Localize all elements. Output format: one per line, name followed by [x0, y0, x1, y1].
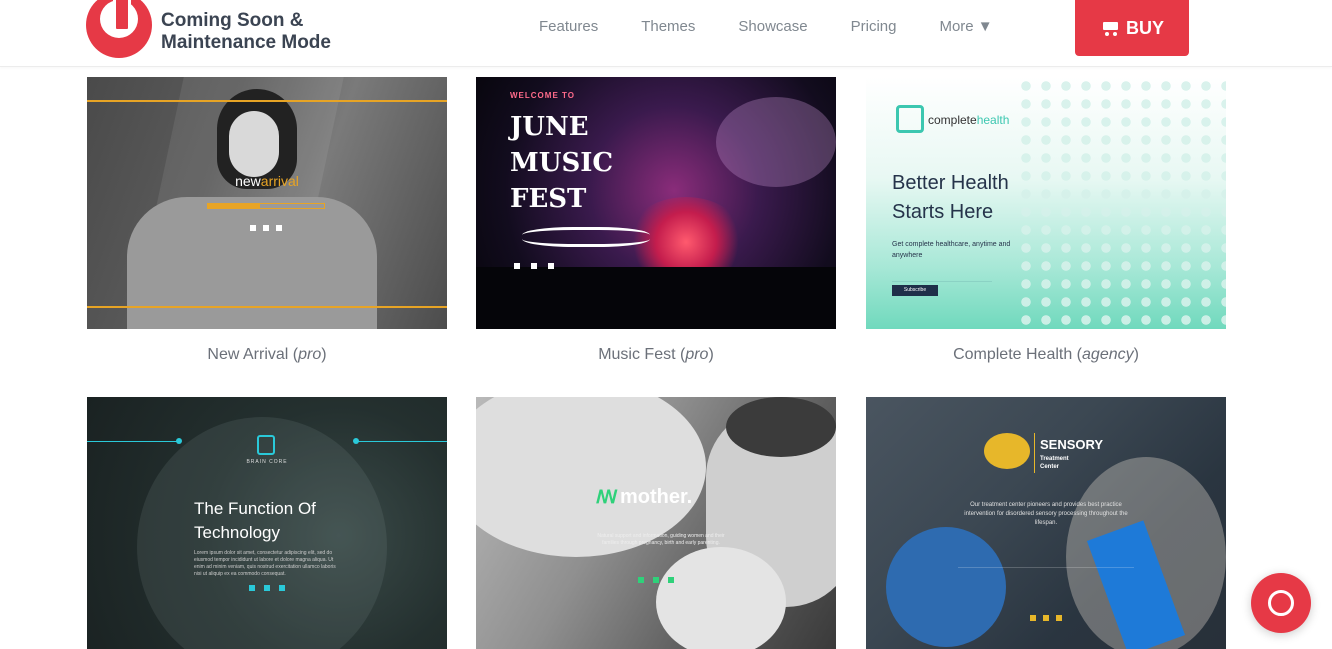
circuit-dot: [353, 438, 359, 444]
logo-icon: [86, 0, 152, 58]
circuit-line: [87, 441, 177, 442]
nav-pricing[interactable]: Pricing: [851, 18, 897, 35]
accent-line: [87, 100, 447, 102]
theme-card-mother[interactable]: ꟿ mother. Natural support and informatio…: [476, 397, 836, 649]
theme-caption: Music Fest (pro): [598, 346, 714, 363]
preview-text: Lorem ipsum dolor sit amet, consectetur …: [194, 550, 336, 577]
help-chat-icon: [1268, 590, 1294, 616]
instagram-icon: [668, 577, 674, 583]
buy-label: BUY: [1125, 17, 1164, 38]
email-field: [892, 270, 992, 282]
logo-line-2: Maintenance Mode: [161, 32, 331, 53]
progress-bar: [207, 203, 325, 209]
theme-name: New Arrival: [207, 346, 289, 363]
site-header: Coming Soon & Maintenance Mode Features …: [0, 0, 1332, 67]
theme-card-sensory[interactable]: SENSORY Treatment Center Our treatment c…: [866, 397, 1226, 649]
mother-logo-icon: ꟿ: [596, 487, 618, 507]
theme-preview: ꟿ mother. Natural support and informatio…: [476, 397, 836, 649]
twitter-icon: [263, 225, 269, 231]
facebook-icon: [514, 263, 520, 269]
theme-tier: pro: [685, 346, 709, 363]
preview-heading: Better Health Starts Here: [892, 172, 1009, 223]
preview-subtitle: Treatment Center: [1040, 456, 1069, 470]
accent-line: [87, 306, 447, 308]
brain-core-icon: [257, 435, 275, 455]
instagram-icon: [1056, 615, 1062, 621]
theme-preview: completehealth Better Health Starts Here…: [866, 77, 1226, 329]
circuit-line: [357, 441, 447, 442]
photo-hand: [656, 547, 786, 649]
subscribe-button: Subscribe: [892, 285, 938, 296]
theme-caption: Complete Health (agency): [953, 346, 1139, 363]
logo-divider: [1034, 433, 1035, 473]
theme-card-brain-core[interactable]: BRAIN CORE The Function Of Technology Lo…: [87, 397, 447, 649]
logo-line-1: Coming Soon &: [161, 10, 304, 31]
facebook-icon: [249, 585, 255, 591]
model-body: [127, 197, 377, 329]
chat-launcher-button[interactable]: [1251, 573, 1311, 633]
preview-brand: mother.: [620, 486, 693, 508]
preview-welcome: WELCOME TO: [510, 91, 575, 100]
theme-tier: pro: [298, 346, 322, 363]
health-cross-icon: [896, 105, 924, 133]
progress-fill: [208, 204, 261, 208]
buy-button[interactable]: BUY: [1075, 0, 1189, 56]
theme-card-complete-health[interactable]: completehealth Better Health Starts Here…: [866, 77, 1226, 364]
divider: [958, 567, 1134, 568]
twitter-icon: [264, 585, 270, 591]
twitter-icon: [1043, 615, 1049, 621]
site-logo[interactable]: Coming Soon & Maintenance Mode: [86, 0, 331, 58]
facebook-icon: [638, 577, 644, 583]
instagram-icon: [276, 225, 282, 231]
main-nav: Features Themes Showcase Pricing More ▼: [539, 18, 993, 35]
nav-features[interactable]: Features: [539, 18, 598, 35]
nav-showcase[interactable]: Showcase: [738, 18, 807, 35]
facebook-icon: [1030, 615, 1036, 621]
logo-text: Coming Soon & Maintenance Mode: [161, 10, 331, 54]
preview-brand: SENSORY: [1040, 437, 1104, 452]
preview-heading: The Function Of Technology: [194, 499, 316, 542]
smoke-glow: [716, 97, 836, 187]
photo-ball: [886, 527, 1006, 647]
instagram-icon: [548, 263, 554, 269]
twitter-icon: [531, 263, 537, 269]
preview-brand: newarrival: [235, 173, 299, 189]
theme-tier: agency: [1082, 346, 1134, 363]
theme-preview: BRAIN CORE The Function Of Technology Lo…: [87, 397, 447, 649]
preview-text: Natural support and information, guiding…: [597, 533, 725, 546]
theme-preview: newarrival: [87, 77, 447, 329]
preview-brand: completehealth: [928, 113, 1010, 127]
nav-themes[interactable]: Themes: [641, 18, 695, 35]
crowd-silhouette: [476, 267, 836, 329]
theme-name: Music Fest: [598, 346, 676, 363]
preview-text: Our treatment center pioneers and provid…: [964, 502, 1128, 526]
theme-card-new-arrival[interactable]: newarrival New Arrival (pro): [87, 77, 447, 364]
hexagon-pattern: [1016, 77, 1226, 329]
theme-card-music-fest[interactable]: WELCOME TO JUNE MUSIC FEST Music Fest (p…: [461, 66, 851, 381]
model-face: [229, 111, 279, 177]
theme-preview: WELCOME TO JUNE MUSIC FEST: [476, 77, 836, 329]
nav-more[interactable]: More ▼: [939, 18, 992, 35]
facebook-icon: [250, 225, 256, 231]
theme-preview: SENSORY Treatment Center Our treatment c…: [866, 397, 1226, 649]
theme-caption: New Arrival (pro): [207, 346, 327, 363]
brain-logo-icon: [984, 433, 1030, 469]
wave-decoration: [522, 227, 650, 247]
preview-title: JUNE MUSIC FEST: [510, 112, 614, 214]
instagram-icon: [279, 585, 285, 591]
circuit-dot: [176, 438, 182, 444]
cart-icon: [1100, 20, 1120, 36]
preview-brand: BRAIN CORE: [246, 459, 288, 465]
photo-hair: [726, 397, 836, 457]
theme-name: Complete Health: [953, 346, 1073, 363]
preview-text: Get complete healthcare, anytime and any…: [892, 241, 1011, 259]
twitter-icon: [653, 577, 659, 583]
